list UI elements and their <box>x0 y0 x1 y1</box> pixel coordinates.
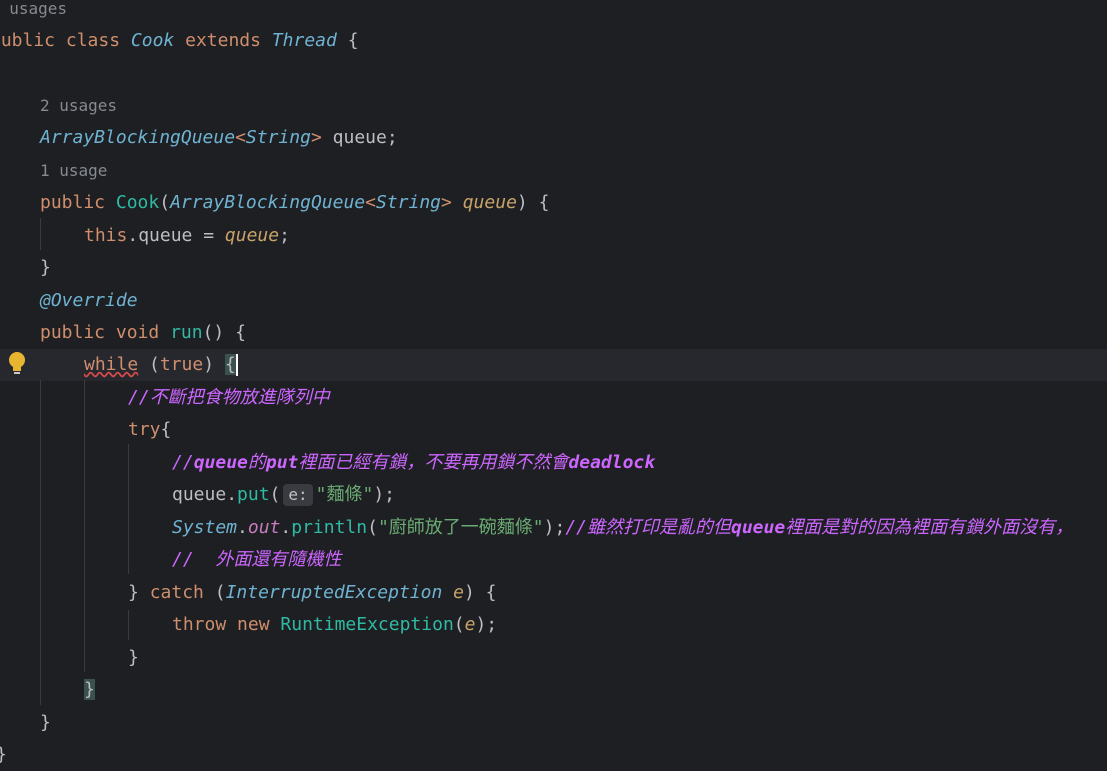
lightbulb-icon[interactable] <box>8 352 26 378</box>
usages-hint-ctor[interactable]: 1 usage <box>40 155 107 188</box>
code-line-close-while: } <box>84 679 95 700</box>
text-caret <box>235 354 238 376</box>
code-line-comment-1: //不斷把食物放進隊列中 <box>128 387 330 408</box>
code-line-field: ArrayBlockingQueue<String> queue; <box>40 127 398 148</box>
code-line-assign: this.queue = queue; <box>84 225 290 246</box>
code-line-class-decl: public class Cook extends Thread { <box>0 30 359 51</box>
code-line-close: } <box>40 257 51 278</box>
indent-guide <box>84 380 85 672</box>
code-line-close-class: } <box>0 739 7 771</box>
code-line-comment-4: // 外面還有隨機性 <box>172 549 342 570</box>
indent-guide <box>128 610 129 640</box>
usages-hint-field[interactable]: 2 usages <box>40 90 117 123</box>
code-line-close-catch: } <box>128 647 139 668</box>
code-editor[interactable]: 2 usages public class Cook extends Threa… <box>0 0 1107 771</box>
code-line-ctor: public Cook(ArrayBlockingQueue<String> q… <box>40 192 550 213</box>
code-line-while: while (true) { <box>84 354 238 376</box>
code-line-run: public void run() { <box>40 322 246 343</box>
code-line-throw: throw new RuntimeException(e); <box>172 614 498 635</box>
code-line-put: queue.put(e: "麵條"); <box>172 484 396 506</box>
usages-hint-class[interactable]: 2 usages <box>0 0 67 26</box>
code-line-catch: } catch (InterruptedException e) { <box>128 582 497 603</box>
code-line-println: System.out.println("廚師放了一碗麵條");//雖然打印是亂的… <box>172 517 1074 538</box>
code-line-close-run: } <box>40 712 51 733</box>
code-line-comment-2: //queue的put裡面已經有鎖，不要再用鎖不然會deadlock <box>172 452 656 473</box>
code-line-override: @Override <box>40 290 138 311</box>
code-line-try: try{ <box>128 419 172 440</box>
indent-guide <box>128 444 129 574</box>
param-name-hint: e: <box>283 484 313 506</box>
indent-guide <box>40 218 41 250</box>
indent-guide <box>40 380 41 705</box>
